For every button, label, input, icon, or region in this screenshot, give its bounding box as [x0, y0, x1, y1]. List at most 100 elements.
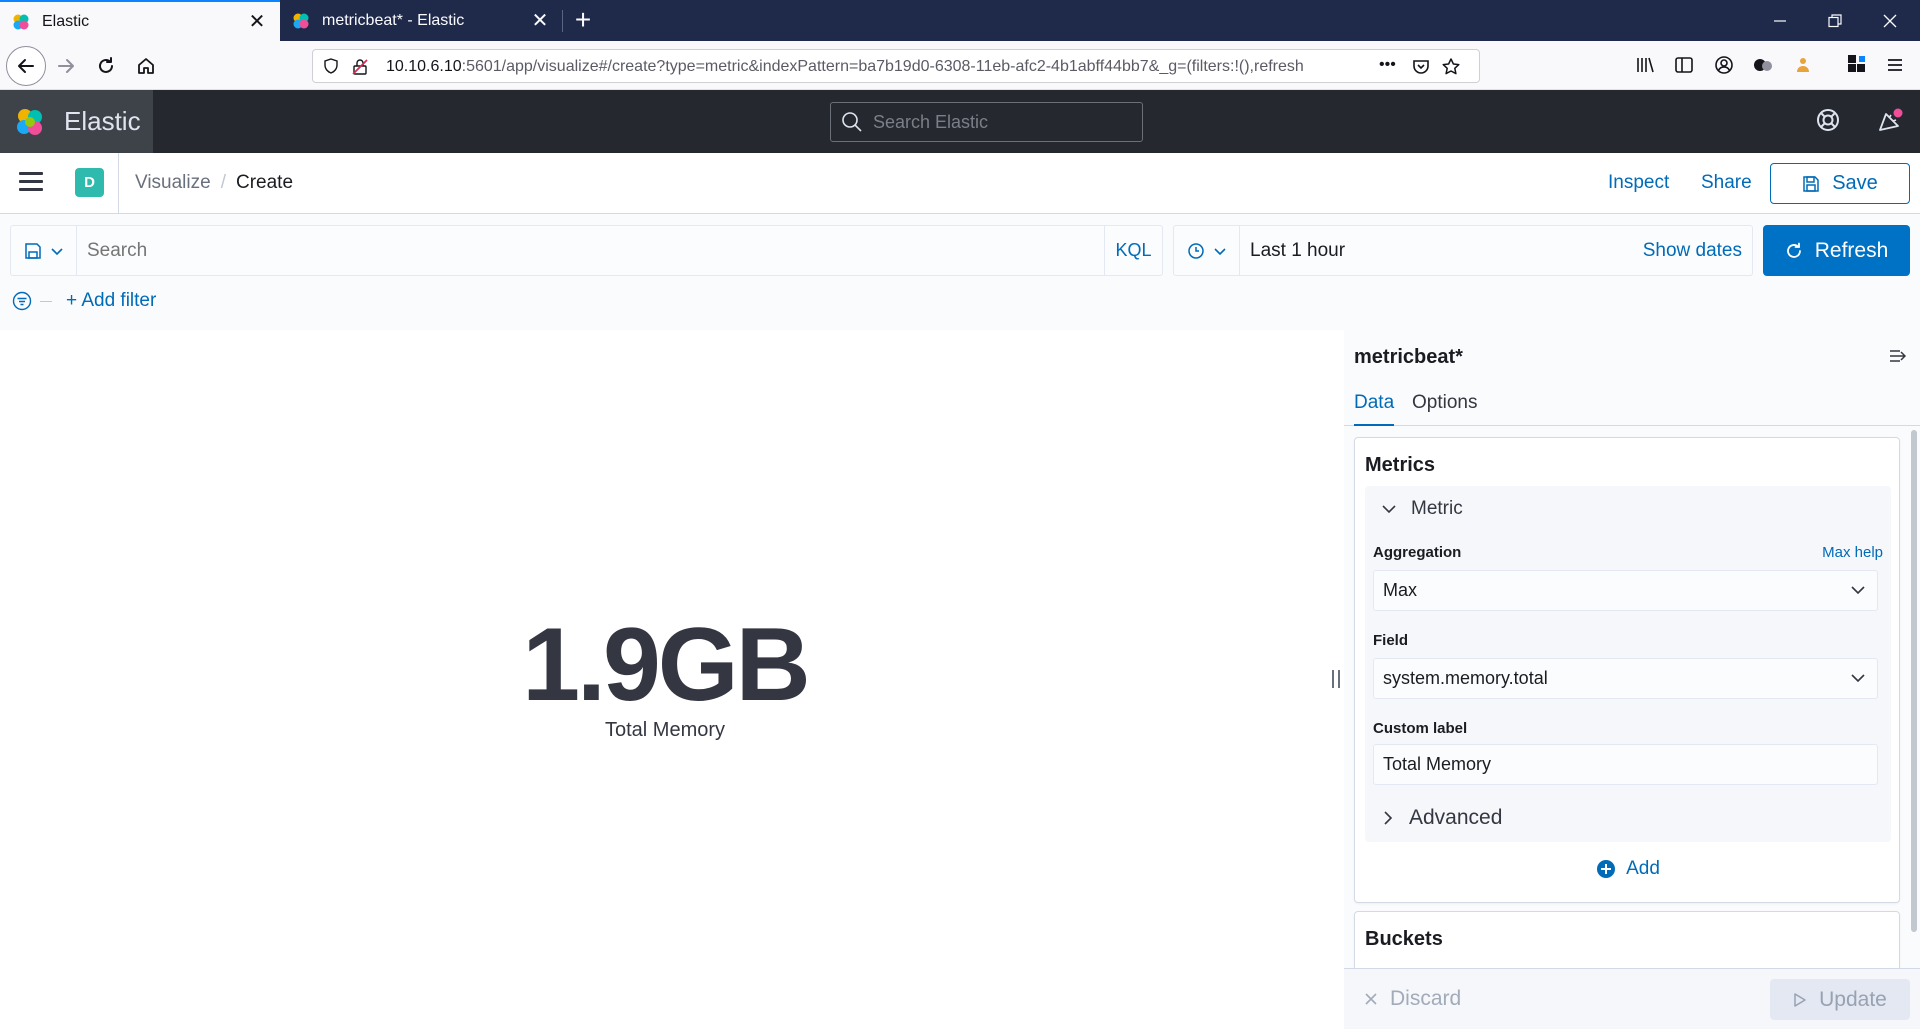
kibana-header: Elastic	[0, 90, 1920, 153]
tab-title: Elastic	[42, 12, 90, 30]
kql-toggle-button[interactable]: KQL	[1104, 226, 1162, 275]
save-disk-icon	[1803, 175, 1819, 192]
editor-sidebar: metricbeat* Data Options Metrics Metric …	[1344, 330, 1920, 1029]
metric-value: 1.9GB	[522, 607, 811, 723]
save-button[interactable]: Save	[1770, 163, 1910, 204]
date-range-text[interactable]: Last 1 hour	[1250, 240, 1345, 262]
buckets-title: Buckets	[1365, 928, 1443, 950]
elastic-favicon-icon	[13, 14, 29, 29]
metrics-title: Metrics	[1365, 454, 1436, 476]
add-filter-link[interactable]: + Add filter	[66, 290, 156, 312]
tab-data[interactable]: Data	[1354, 392, 1395, 426]
elastic-logo-icon	[17, 108, 42, 135]
chevron-down-icon	[50, 247, 63, 255]
elastic-favicon-icon	[293, 13, 309, 28]
global-search-input[interactable]	[873, 111, 1133, 133]
show-dates-link[interactable]: Show dates	[1643, 240, 1742, 262]
extension-puzzle-icon[interactable]	[1790, 52, 1816, 78]
close-tab-icon[interactable]: ✕	[246, 12, 268, 32]
chevron-right-icon	[1384, 811, 1393, 825]
filter-options-icon[interactable]	[12, 291, 32, 311]
extensions-icon[interactable]	[1844, 52, 1870, 78]
divider	[40, 300, 52, 302]
bookmark-star-icon[interactable]	[1441, 57, 1461, 77]
account-icon[interactable]	[1711, 52, 1737, 78]
aggregation-label: Aggregation	[1373, 544, 1462, 561]
global-search[interactable]	[830, 102, 1143, 142]
share-link[interactable]: Share	[1701, 172, 1752, 194]
discard-button[interactable]: Discard	[1364, 987, 1461, 1011]
custom-label-value: Total Memory	[1383, 754, 1492, 774]
field-value: system.memory.total	[1383, 668, 1548, 688]
pocket-icon[interactable]	[1411, 57, 1431, 77]
aggregation-select[interactable]: Max	[1373, 570, 1878, 611]
browser-nav-bar: 10.10.6.10:5601/app/visualize#/create?ty…	[0, 41, 1920, 90]
saved-query-menu-button[interactable]	[11, 226, 77, 275]
sidebar-scrollbar[interactable]	[1911, 430, 1917, 932]
space-avatar[interactable]: D	[75, 168, 104, 197]
app-menu-icon[interactable]	[1882, 52, 1908, 78]
field-select[interactable]: system.memory.total	[1373, 658, 1878, 699]
brand-name: Elastic	[64, 106, 141, 136]
back-arrow-icon[interactable]	[6, 46, 46, 86]
breadcrumb-create: Create	[235, 172, 294, 193]
breadcrumb: Visualize / Create	[135, 172, 293, 194]
refresh-button[interactable]: Refresh	[1763, 225, 1910, 276]
update-button[interactable]: Update	[1770, 979, 1910, 1020]
app-top-nav: D Visualize / Create Inspect Share Save	[0, 153, 1920, 214]
index-pattern-title: metricbeat*	[1354, 346, 1463, 368]
aggregation-help-link[interactable]: Max help	[1822, 544, 1883, 561]
tab-options[interactable]: Options	[1412, 392, 1477, 424]
quick-select-button[interactable]	[1174, 226, 1240, 275]
inspect-link[interactable]: Inspect	[1608, 172, 1669, 194]
play-icon	[1794, 992, 1806, 1007]
browser-tab-elastic[interactable]: Elastic ✕	[0, 0, 280, 41]
url-text[interactable]: 10.10.6.10:5601/app/visualize#/create?ty…	[386, 58, 1386, 76]
library-icon[interactable]	[1632, 52, 1658, 78]
custom-label-input[interactable]: Total Memory	[1373, 744, 1878, 785]
minimize-window-icon[interactable]	[1750, 0, 1810, 41]
elastic-home-link[interactable]: Elastic	[0, 90, 153, 153]
reload-icon[interactable]	[88, 48, 124, 84]
help-lifebuoy-icon[interactable]	[1816, 108, 1844, 136]
home-icon[interactable]	[128, 48, 164, 84]
menu-icon[interactable]	[19, 172, 43, 194]
page-actions-more-icon[interactable]: •••	[1379, 56, 1396, 74]
query-search-input[interactable]	[87, 240, 987, 262]
update-label: Update	[1819, 987, 1887, 1011]
restore-window-icon[interactable]	[1805, 0, 1865, 41]
metric-label: Total Memory	[604, 719, 726, 741]
add-label: Add	[1626, 858, 1660, 879]
search-icon	[842, 112, 862, 132]
insecure-lock-icon[interactable]	[351, 58, 369, 76]
close-window-icon[interactable]	[1860, 0, 1920, 41]
shield-icon[interactable]	[323, 58, 339, 74]
panel-resize-handle[interactable]	[1332, 670, 1340, 688]
visualization-canvas: 1.9GB Total Memory	[0, 330, 1330, 1029]
sidebar-toggle-icon[interactable]	[1671, 52, 1697, 78]
add-metric-button[interactable]: Add	[1355, 858, 1901, 880]
close-tab-icon[interactable]: ✕	[529, 11, 551, 31]
newsfeed-icon[interactable]	[1876, 108, 1904, 136]
custom-label-label: Custom label	[1373, 720, 1468, 737]
refresh-label: Refresh	[1814, 238, 1889, 262]
chevron-down-icon	[1851, 674, 1865, 683]
chevron-down-icon	[1213, 247, 1226, 255]
close-icon	[1365, 993, 1377, 1005]
save-label: Save	[1832, 172, 1878, 194]
new-tab-icon[interactable]: +	[568, 6, 598, 36]
chevron-down-icon	[1851, 586, 1865, 595]
discard-label: Discard	[1390, 987, 1462, 1010]
browser-tab-metricbeat[interactable]: metricbeat* - Elastic ✕	[280, 0, 563, 41]
aggregation-value: Max	[1383, 580, 1418, 600]
browser-tab-bar: Elastic ✕ metricbeat* - Elastic ✕ +	[0, 0, 1920, 41]
metric-accordion-toggle[interactable]: Metric	[1381, 498, 1463, 520]
extension-icon[interactable]	[1750, 52, 1776, 78]
advanced-toggle[interactable]: Advanced	[1381, 806, 1502, 830]
url-host: 10.10.6.10	[386, 58, 462, 75]
forward-arrow-icon[interactable]	[48, 48, 84, 84]
url-bar[interactable]: 10.10.6.10:5601/app/visualize#/create?ty…	[312, 49, 1480, 83]
filter-bar: + Add filter	[12, 290, 156, 312]
breadcrumb-visualize[interactable]: Visualize	[135, 172, 211, 194]
collapse-sidebar-icon[interactable]	[1888, 346, 1910, 368]
